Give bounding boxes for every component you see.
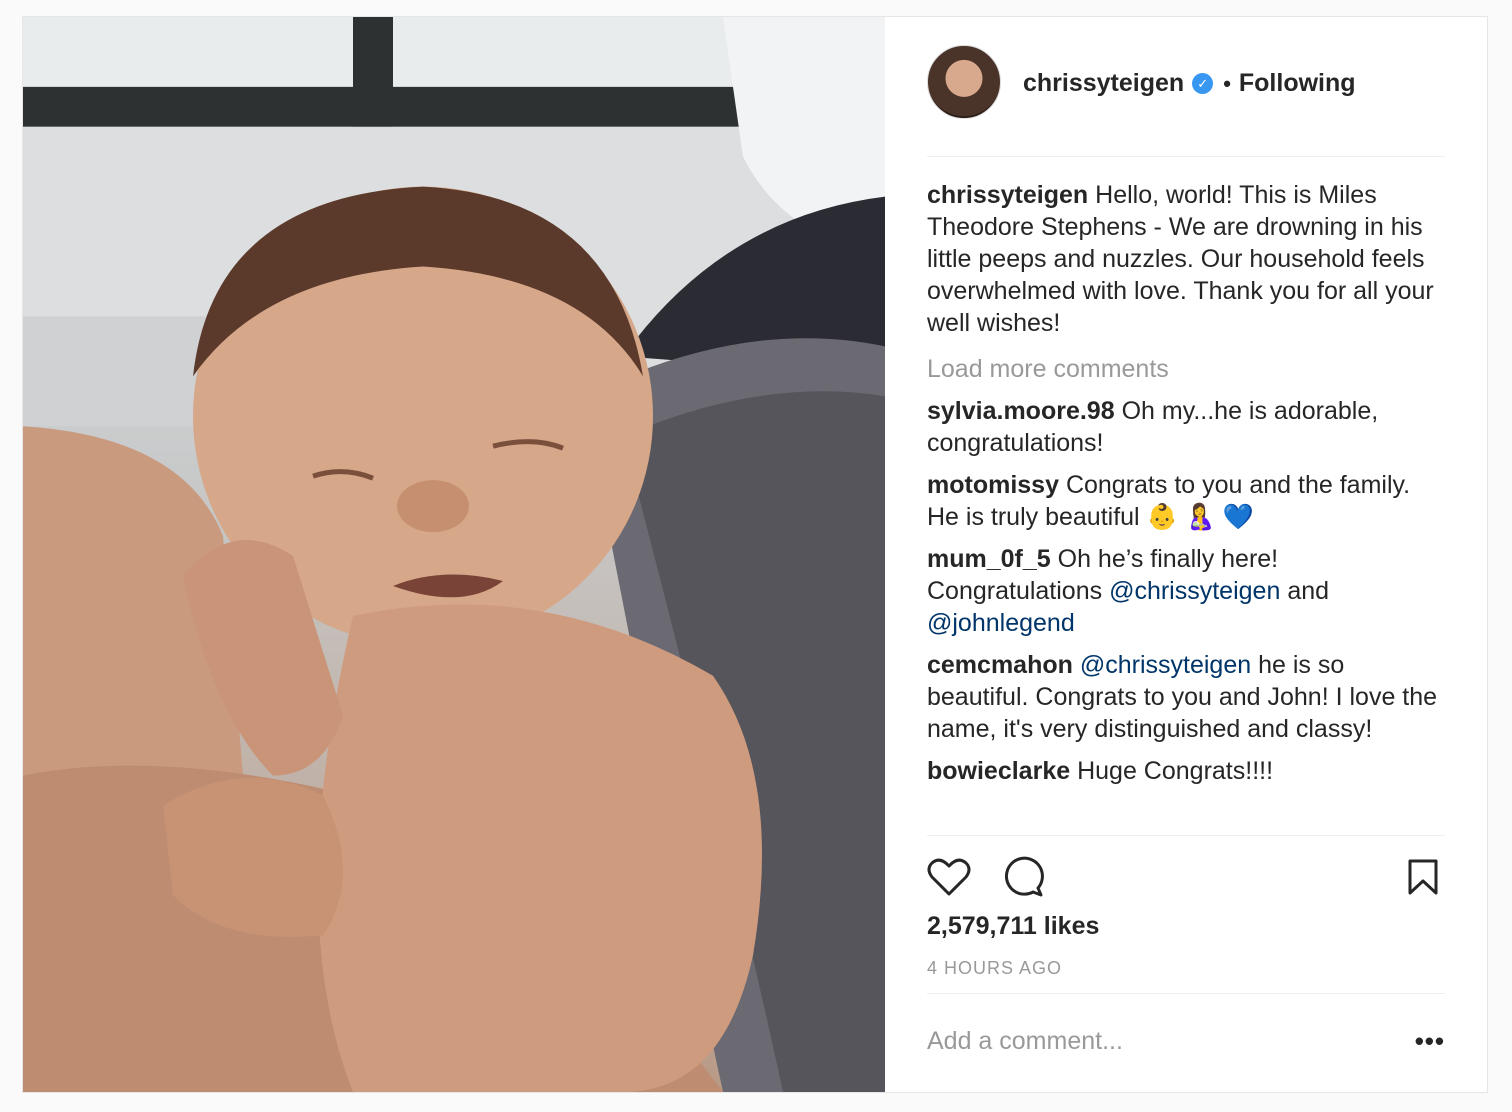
author-avatar[interactable] xyxy=(927,45,1001,119)
action-bar xyxy=(927,855,1445,899)
likes-count[interactable]: 2,579,711 likes xyxy=(927,912,1099,941)
post-card: chrissyteigen ✓ • Following chrissyteige… xyxy=(22,16,1488,1093)
mention-link[interactable]: @chrissyteigen xyxy=(1080,651,1251,679)
heart-icon xyxy=(927,858,971,896)
baby-photo-illustration xyxy=(23,17,885,1092)
separator-dot: • xyxy=(1223,70,1231,96)
caption: chrissyteigen Hello, world! This is Mile… xyxy=(927,179,1445,339)
comment-username[interactable]: motomissy xyxy=(927,471,1059,499)
comment-input[interactable] xyxy=(927,1026,1367,1056)
author-username[interactable]: chrissyteigen xyxy=(1023,69,1184,98)
like-button[interactable] xyxy=(927,855,971,899)
mention-link[interactable]: @chrissyteigen xyxy=(1109,577,1280,605)
comment-item: mum_0f_5 Oh he’s finally here! Congratul… xyxy=(927,543,1445,639)
comment-text: and xyxy=(1287,577,1330,605)
divider xyxy=(927,835,1445,836)
comment-username[interactable]: sylvia.moore.98 xyxy=(927,397,1115,425)
comment-username[interactable]: cemcmahon xyxy=(927,651,1073,679)
comment-text: Huge Congrats!!!! xyxy=(1077,757,1274,785)
comment-item: sylvia.moore.98 Oh my...he is adorable, … xyxy=(927,395,1445,459)
comments-list: chrissyteigen Hello, world! This is Mile… xyxy=(927,179,1445,797)
header-text: chrissyteigen ✓ • Following xyxy=(1023,69,1356,98)
post-photo[interactable] xyxy=(23,17,885,1092)
post-header: chrissyteigen ✓ • Following xyxy=(927,45,1445,157)
comment-username[interactable]: bowieclarke xyxy=(927,757,1070,785)
load-more-comments-button[interactable]: Load more comments xyxy=(927,353,1445,385)
comment-icon xyxy=(1004,856,1044,897)
add-comment-bar: ••• xyxy=(927,1021,1445,1061)
post-timestamp[interactable]: 4 HOURS AGO xyxy=(927,958,1062,979)
more-options-icon[interactable]: ••• xyxy=(1415,1026,1445,1057)
comment-item: motomissy Congrats to you and the family… xyxy=(927,469,1445,533)
comment-item: bowieclarke Huge Congrats!!!! xyxy=(927,755,1445,787)
comment-item: cemcmahon @chrissyteigen he is so beauti… xyxy=(927,649,1445,745)
verified-badge-icon: ✓ xyxy=(1192,73,1214,94)
caption-username[interactable]: chrissyteigen xyxy=(927,181,1088,209)
divider xyxy=(927,993,1445,994)
post-sidebar: chrissyteigen ✓ • Following chrissyteige… xyxy=(885,17,1487,1092)
follow-status-button[interactable]: Following xyxy=(1239,69,1356,98)
save-button[interactable] xyxy=(1401,855,1445,899)
comment-username[interactable]: mum_0f_5 xyxy=(927,545,1051,573)
comment-button[interactable] xyxy=(1001,855,1045,899)
bookmark-icon xyxy=(1408,859,1438,895)
mention-link[interactable]: @johnlegend xyxy=(927,609,1075,637)
